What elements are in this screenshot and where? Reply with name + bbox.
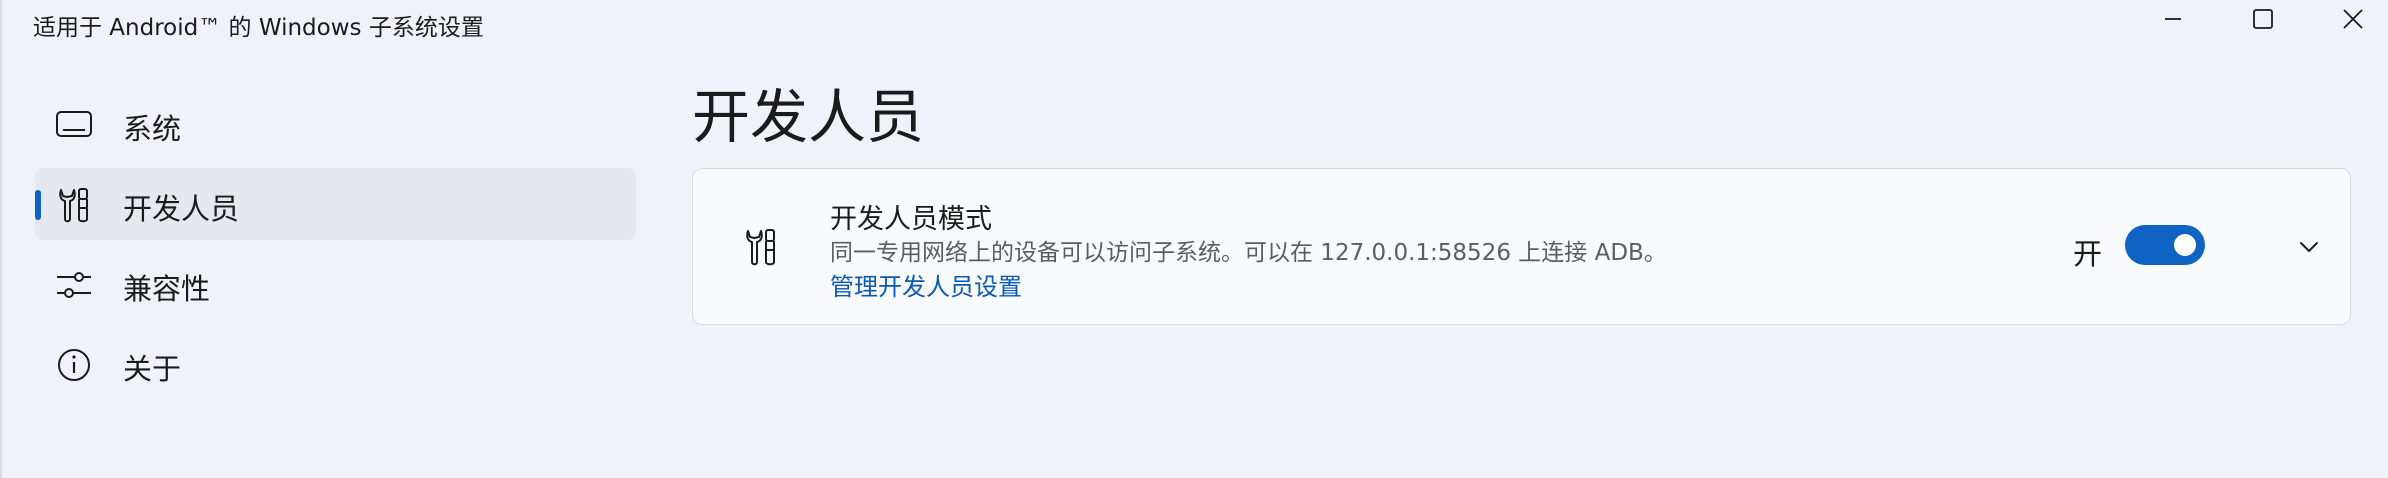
developer-mode-card: 开发人员模式 同一专用网络上的设备可以访问子系统。可以在 127.0.0.1:5… xyxy=(692,168,2351,325)
maximize-button[interactable] xyxy=(2218,0,2308,38)
developer-mode-title: 开发人员模式 xyxy=(830,204,992,235)
minimize-icon xyxy=(2165,18,2181,20)
sidebar-item-label: 兼容性 xyxy=(123,272,211,306)
expand-button[interactable] xyxy=(2289,227,2329,267)
sidebar-item-label: 系统 xyxy=(123,112,182,146)
developer-mode-toggle[interactable] xyxy=(2125,225,2205,265)
sidebar-item-system[interactable]: 系统 xyxy=(35,88,636,160)
close-icon xyxy=(2343,9,2363,29)
developer-mode-description: 同一专用网络上的设备可以访问子系统。可以在 127.0.0.1:58526 上连… xyxy=(830,240,1667,266)
monitor-icon xyxy=(55,106,93,144)
developer-tools-icon xyxy=(55,186,93,224)
manage-developer-settings-link[interactable]: 管理开发人员设置 xyxy=(830,267,1022,302)
sidebar-item-about[interactable]: 关于 xyxy=(35,328,636,400)
close-button[interactable] xyxy=(2308,0,2388,38)
toggle-knob xyxy=(2174,234,2196,256)
maximize-icon xyxy=(2253,9,2273,29)
page-title: 开发人员 xyxy=(692,83,925,151)
sidebar-item-label: 关于 xyxy=(123,352,182,386)
selected-indicator xyxy=(35,190,41,220)
sidebar-item-developer[interactable]: 开发人员 xyxy=(35,168,636,240)
settings-window: 适用于 Android™ 的 Windows 子系统设置 系统 开发人员 兼容性… xyxy=(0,0,2388,478)
sidebar: 系统 开发人员 兼容性 关于 xyxy=(35,88,636,408)
developer-tools-icon xyxy=(739,223,783,271)
sidebar-item-label: 开发人员 xyxy=(123,192,240,226)
info-icon xyxy=(55,346,93,384)
title-bar: 适用于 Android™ 的 Windows 子系统设置 xyxy=(2,0,2388,48)
sidebar-item-compatibility[interactable]: 兼容性 xyxy=(35,248,636,320)
app-title: 适用于 Android™ 的 Windows 子系统设置 xyxy=(33,15,484,41)
sliders-icon xyxy=(55,266,93,304)
chevron-down-icon xyxy=(2300,242,2318,252)
minimize-button[interactable] xyxy=(2128,0,2218,38)
toggle-state-label: 开 xyxy=(2073,237,2103,271)
